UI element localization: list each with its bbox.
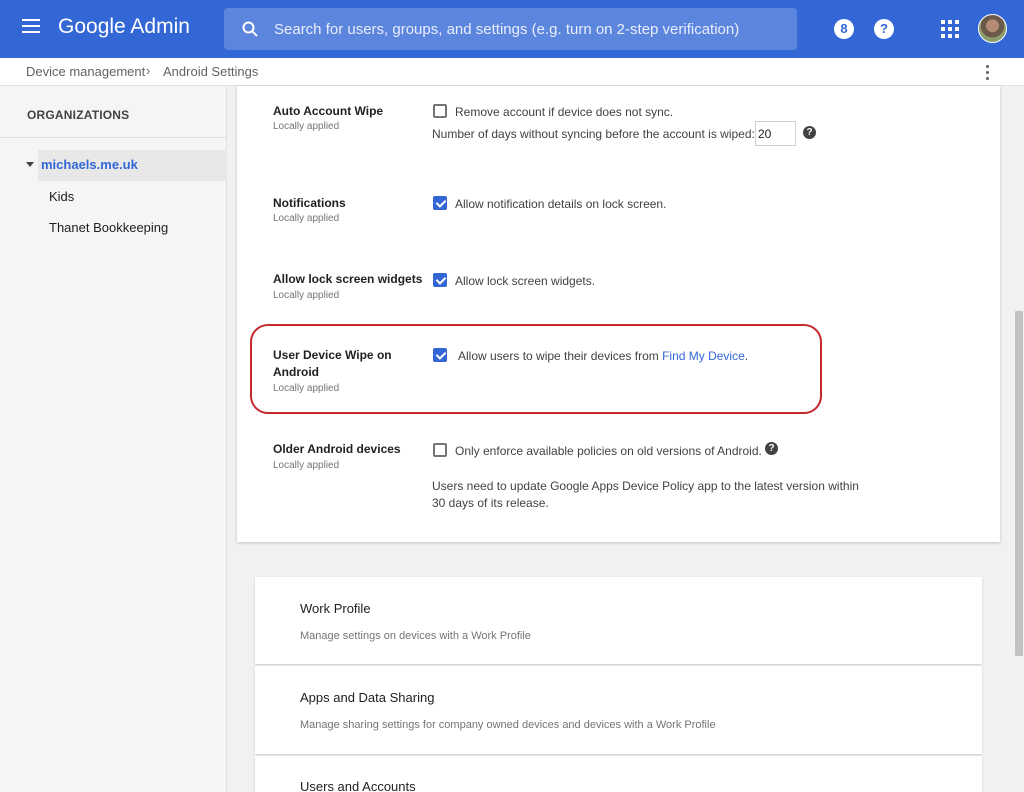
search-icon <box>242 21 258 37</box>
organizations-heading: ORGANIZATIONS <box>27 108 130 122</box>
days-label: Number of days without syncing before th… <box>432 127 755 141</box>
org-root-label: michaels.me.uk <box>41 157 138 172</box>
lock-widgets-status: Locally applied <box>273 290 340 301</box>
org-sidebar: ORGANIZATIONS michaels.me.uk Kids Thanet… <box>0 86 227 792</box>
work-profile-title: Work Profile <box>300 601 371 616</box>
scrollbar[interactable] <box>1013 86 1024 792</box>
section-apps-data-sharing[interactable]: Apps and Data Sharing Manage sharing set… <box>255 666 982 754</box>
user-device-wipe-title-line2: Android <box>273 365 319 379</box>
user-device-wipe-option-text: Allow users to wipe their devices from <box>458 349 663 363</box>
lock-widgets-checkbox[interactable] <box>433 273 447 287</box>
section-users-accounts[interactable]: Users and Accounts <box>255 756 982 792</box>
user-device-wipe-option-end: . <box>744 349 749 363</box>
user-device-wipe-status: Locally applied <box>273 383 340 394</box>
org-item-thanet-bookkeeping[interactable]: Thanet Bookkeeping <box>49 220 168 235</box>
scrollbar-thumb[interactable] <box>1015 311 1023 656</box>
section-work-profile[interactable]: Work Profile Manage settings on devices … <box>255 577 982 664</box>
notifications-checkbox[interactable] <box>433 196 447 210</box>
search-input[interactable] <box>274 8 789 50</box>
user-device-wipe-title-line1: User Device Wipe on <box>273 348 392 362</box>
older-android-note-line2: 30 days of its release. <box>432 496 549 510</box>
avatar[interactable] <box>978 14 1007 43</box>
admin-console: Google Admin 8 ? Device management › And… <box>0 0 1024 792</box>
breadcrumb-separator: › <box>146 63 151 78</box>
help-icon[interactable]: ? <box>803 126 816 139</box>
work-profile-subtitle: Manage settings on devices with a Work P… <box>300 630 531 642</box>
auto-account-wipe-title: Auto Account Wipe <box>273 104 384 118</box>
older-android-note-line1: Users need to update Google Apps Device … <box>432 479 859 493</box>
apps-data-sharing-subtitle: Manage sharing settings for company owne… <box>300 719 716 731</box>
older-android-checkbox[interactable] <box>433 443 447 457</box>
older-android-status: Locally applied <box>273 460 340 471</box>
lock-widgets-title: Allow lock screen widgets <box>273 272 423 286</box>
user-device-wipe-option: Allow users to wipe their devices from F… <box>458 349 748 363</box>
org-item-kids[interactable]: Kids <box>49 189 74 204</box>
top-bar: Google Admin 8 ? <box>0 0 1024 58</box>
support-icon[interactable]: 8 <box>834 19 854 39</box>
find-my-device-link[interactable]: Find My Device <box>662 349 745 363</box>
apps-icon[interactable] <box>941 20 959 38</box>
help-icon[interactable]: ? <box>765 442 778 455</box>
notifications-option: Allow notification details on lock scree… <box>455 197 667 211</box>
android-settings-card: Auto Account Wipe Locally applied Remove… <box>237 86 1000 542</box>
notifications-status: Locally applied <box>273 213 340 224</box>
breadcrumb-device-management[interactable]: Device management <box>26 64 145 79</box>
older-android-title: Older Android devices <box>273 442 401 456</box>
days-input[interactable] <box>755 121 796 146</box>
users-accounts-title: Users and Accounts <box>300 779 416 792</box>
notifications-title: Notifications <box>273 196 346 210</box>
user-device-wipe-title: User Device Wipe on Android <box>273 347 392 381</box>
sidebar-divider <box>0 137 227 138</box>
org-item-root[interactable]: michaels.me.uk <box>38 150 227 181</box>
breadcrumb: Device management › Android Settings <box>0 58 1024 86</box>
user-device-wipe-checkbox[interactable] <box>433 348 447 362</box>
auto-account-wipe-status: Locally applied <box>273 121 340 132</box>
help-icon[interactable]: ? <box>874 19 894 39</box>
app-title[interactable]: Google Admin <box>58 15 190 39</box>
lock-widgets-option: Allow lock screen widgets. <box>455 274 596 288</box>
menu-icon[interactable] <box>22 19 42 39</box>
breadcrumb-android-settings: Android Settings <box>163 64 259 79</box>
caret-down-icon[interactable] <box>26 162 34 167</box>
auto-account-wipe-checkbox[interactable] <box>433 104 447 118</box>
search-box[interactable] <box>224 8 797 50</box>
older-android-option: Only enforce available policies on old v… <box>455 444 762 458</box>
apps-data-sharing-title: Apps and Data Sharing <box>300 690 435 705</box>
auto-account-wipe-option: Remove account if device does not sync. <box>455 105 674 119</box>
more-vert-icon[interactable] <box>986 65 990 81</box>
